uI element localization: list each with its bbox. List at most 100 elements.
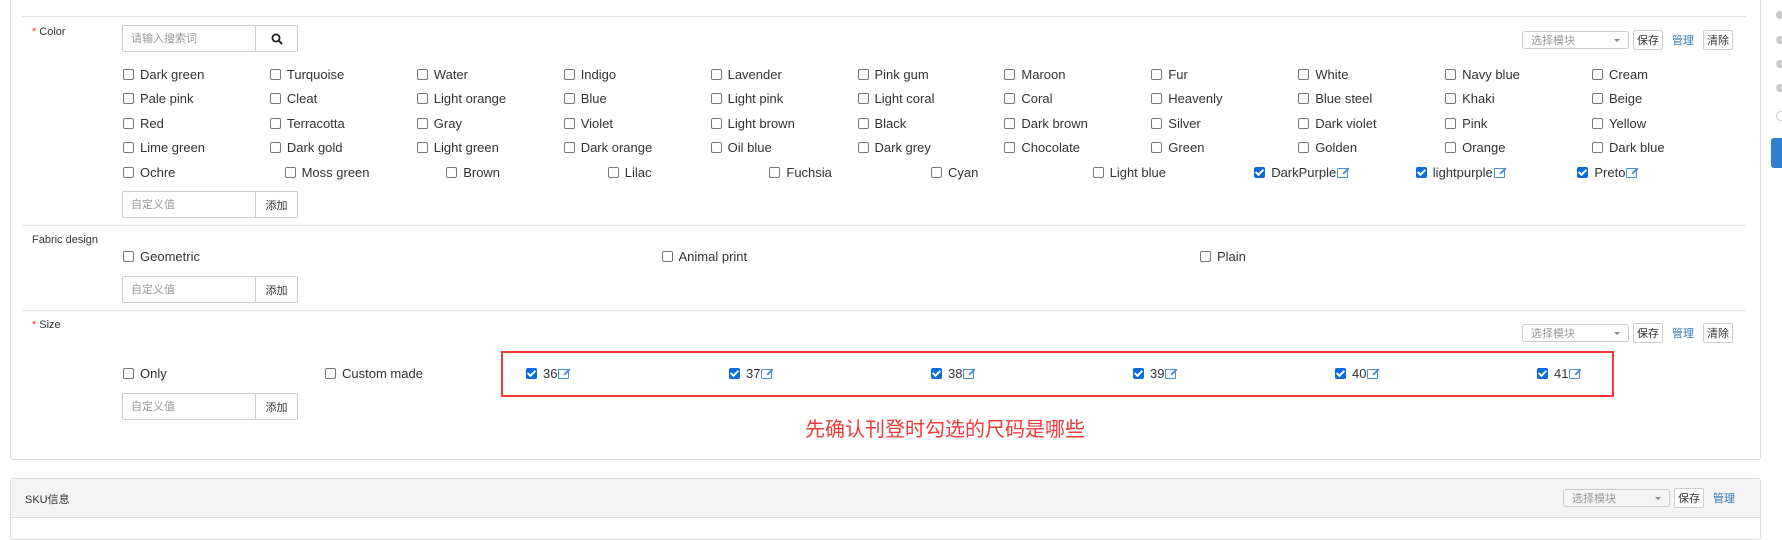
checkbox[interactable] xyxy=(325,368,336,379)
color-option[interactable]: Light brown xyxy=(710,116,795,131)
color-option[interactable]: Pink xyxy=(1445,116,1487,131)
color-option[interactable]: Navy blue xyxy=(1445,67,1520,82)
color-option[interactable]: Violet xyxy=(563,116,613,131)
checkbox[interactable] xyxy=(1254,167,1266,178)
size-option[interactable]: 36 xyxy=(526,366,570,381)
edit-icon[interactable] xyxy=(1569,368,1581,379)
nav-dot[interactable] xyxy=(1776,60,1782,68)
checkbox[interactable] xyxy=(729,368,740,379)
checkbox[interactable] xyxy=(1445,118,1457,129)
checkbox[interactable] xyxy=(1445,69,1457,80)
manage-link[interactable]: 管理 xyxy=(1667,325,1699,341)
module-select[interactable]: 选择模块 xyxy=(1563,489,1670,507)
size-option[interactable]: 37 xyxy=(729,366,773,381)
save-button[interactable]: 保存 xyxy=(1633,323,1663,343)
color-option[interactable]: Dark brown xyxy=(1004,116,1088,131)
color-option[interactable]: DarkPurple xyxy=(1254,165,1349,180)
save-button[interactable]: 保存 xyxy=(1674,488,1704,508)
grid-menu-icon[interactable] xyxy=(1771,138,1782,168)
color-option[interactable]: Fur xyxy=(1151,67,1188,82)
clear-button[interactable]: 清除 xyxy=(1703,323,1733,343)
color-option[interactable]: Lavender xyxy=(710,67,782,82)
checkbox[interactable] xyxy=(857,93,869,104)
checkbox[interactable] xyxy=(857,118,869,129)
color-option[interactable]: Blue steel xyxy=(1298,91,1372,106)
color-option[interactable]: Black xyxy=(857,116,906,131)
checkbox[interactable] xyxy=(1298,142,1310,153)
checkbox[interactable] xyxy=(269,93,281,104)
nav-dot[interactable] xyxy=(1776,36,1782,44)
checkbox[interactable] xyxy=(1298,93,1310,104)
nav-dot[interactable] xyxy=(1776,111,1782,121)
checkbox[interactable] xyxy=(123,167,134,178)
color-option[interactable]: Cleat xyxy=(269,91,317,106)
nav-dot[interactable] xyxy=(1776,84,1782,92)
checkbox[interactable] xyxy=(123,142,134,153)
checkbox[interactable] xyxy=(931,368,942,379)
checkbox[interactable] xyxy=(1415,167,1427,178)
checkbox[interactable] xyxy=(1151,142,1163,153)
color-option[interactable]: lightpurple xyxy=(1415,165,1505,180)
checkbox[interactable] xyxy=(416,118,428,129)
checkbox[interactable] xyxy=(710,69,722,80)
color-option[interactable]: Pale pink xyxy=(123,91,193,106)
save-button[interactable]: 保存 xyxy=(1633,30,1663,50)
checkbox[interactable] xyxy=(1445,142,1457,153)
size-add-button[interactable]: 添加 xyxy=(255,394,297,419)
checkbox[interactable] xyxy=(526,368,537,379)
edit-icon[interactable] xyxy=(963,368,975,379)
checkbox[interactable] xyxy=(1151,93,1163,104)
edit-icon[interactable] xyxy=(558,368,570,379)
color-custom-input[interactable] xyxy=(123,192,255,217)
color-option[interactable]: Pink gum xyxy=(857,67,929,82)
size-option[interactable]: Custom made xyxy=(325,366,423,381)
manage-link[interactable]: 管理 xyxy=(1708,490,1740,506)
checkbox[interactable] xyxy=(123,251,134,262)
color-option[interactable]: Khaki xyxy=(1445,91,1495,106)
checkbox[interactable] xyxy=(563,142,575,153)
color-option[interactable]: Water xyxy=(416,67,468,82)
color-option[interactable]: Red xyxy=(123,116,164,131)
checkbox[interactable] xyxy=(416,142,428,153)
color-option[interactable]: Light coral xyxy=(857,91,934,106)
checkbox[interactable] xyxy=(269,69,281,80)
checkbox[interactable] xyxy=(1004,118,1016,129)
checkbox[interactable] xyxy=(710,142,722,153)
checkbox[interactable] xyxy=(123,118,134,129)
color-search-input[interactable] xyxy=(123,26,255,51)
color-option[interactable]: Light orange xyxy=(416,91,506,106)
checkbox[interactable] xyxy=(710,118,722,129)
checkbox[interactable] xyxy=(563,69,575,80)
checkbox[interactable] xyxy=(1004,142,1016,153)
color-option[interactable]: Dark green xyxy=(123,67,204,82)
checkbox[interactable] xyxy=(710,93,722,104)
clear-button[interactable]: 清除 xyxy=(1703,30,1733,50)
checkbox[interactable] xyxy=(931,167,942,178)
checkbox[interactable] xyxy=(1004,69,1016,80)
color-option[interactable]: Gray xyxy=(416,116,462,131)
checkbox[interactable] xyxy=(123,368,134,379)
color-option[interactable]: Dark blue xyxy=(1592,140,1665,155)
checkbox[interactable] xyxy=(284,167,296,178)
color-option[interactable]: Yellow xyxy=(1592,116,1646,131)
color-option[interactable]: Light blue xyxy=(1092,165,1166,180)
checkbox[interactable] xyxy=(269,118,281,129)
color-option[interactable]: White xyxy=(1298,67,1348,82)
checkbox[interactable] xyxy=(1335,368,1346,379)
checkbox[interactable] xyxy=(446,167,458,178)
color-option[interactable]: Silver xyxy=(1151,116,1201,131)
color-option[interactable]: Ochre xyxy=(123,165,175,180)
color-option[interactable]: Dark violet xyxy=(1298,116,1377,131)
search-button[interactable] xyxy=(255,26,297,51)
checkbox[interactable] xyxy=(416,93,428,104)
color-option[interactable]: Golden xyxy=(1298,140,1357,155)
color-option[interactable]: Maroon xyxy=(1004,67,1065,82)
color-option[interactable]: Green xyxy=(1151,140,1204,155)
checkbox[interactable] xyxy=(1577,167,1589,178)
color-option[interactable]: Coral xyxy=(1004,91,1052,106)
checkbox[interactable] xyxy=(661,251,673,262)
color-option[interactable]: Turquoise xyxy=(269,67,344,82)
color-option[interactable]: Light green xyxy=(416,140,499,155)
color-option[interactable]: Lilac xyxy=(607,165,652,180)
color-option[interactable]: Indigo xyxy=(563,67,616,82)
